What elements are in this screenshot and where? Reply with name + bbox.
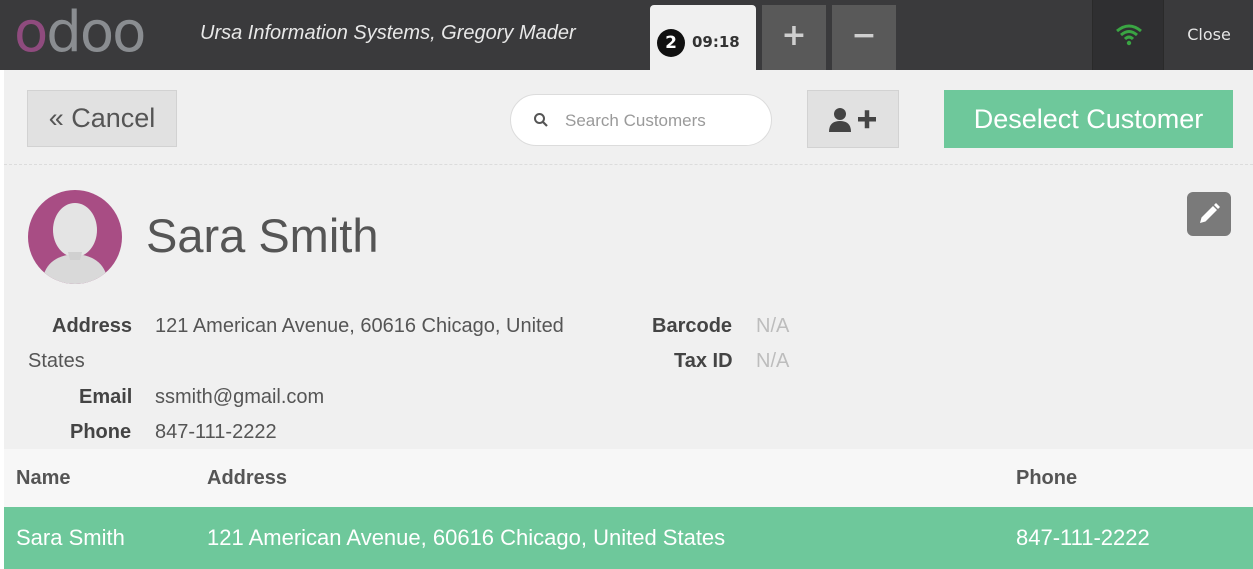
email-value: ssmith@gmail.com <box>155 386 325 408</box>
wifi-icon <box>1116 24 1142 46</box>
barcode-label: Barcode <box>652 315 733 337</box>
cancel-button[interactable]: « Cancel <box>27 90 177 147</box>
customer-table-header: Name Address Phone <box>4 449 1253 507</box>
top-bar: odoo Ursa Information Systems, Gregory M… <box>0 0 1253 70</box>
search-customers-input[interactable] <box>563 107 757 135</box>
edit-customer-button[interactable] <box>1187 192 1231 236</box>
column-header-address: Address <box>207 466 288 489</box>
taxid-label: Tax ID <box>674 350 733 372</box>
phone-value: 847-111-2222 <box>155 421 277 443</box>
deselect-customer-button[interactable]: Deselect Customer <box>944 90 1233 148</box>
order-time: 09:18 <box>692 33 740 51</box>
customer-toolbar: « Cancel Deselect Customer <box>4 70 1253 164</box>
customer-screen: « Cancel Deselect Customer Sara Smi <box>4 70 1253 569</box>
phone-label: Phone <box>70 421 132 443</box>
row-address: 121 American Avenue, 60616 Chicago, Unit… <box>207 525 726 550</box>
search-icon <box>534 113 548 127</box>
toolbar-divider <box>4 164 1253 166</box>
column-header-phone: Phone <box>1016 466 1078 489</box>
add-customer-button[interactable] <box>807 90 899 148</box>
remove-order-button[interactable]: − <box>832 5 896 70</box>
shop-name: Ursa Information Systems, Gregory Mader <box>200 22 576 44</box>
add-user-icon <box>829 108 876 132</box>
default-avatar-icon <box>42 203 108 284</box>
order-number-badge: 2 <box>657 29 685 57</box>
column-header-name: Name <box>16 466 71 489</box>
pencil-icon <box>1200 203 1220 223</box>
add-order-button[interactable]: + <box>762 5 826 70</box>
address-value-continued: States <box>28 350 85 372</box>
row-phone: 847-111-2222 <box>1016 525 1150 550</box>
barcode-value: N/A <box>756 315 790 337</box>
connection-status[interactable] <box>1092 0 1163 70</box>
avatar <box>28 190 122 284</box>
customer-name: Sara Smith <box>146 209 379 262</box>
order-tab[interactable]: 2 09:18 <box>650 5 756 70</box>
row-name: Sara Smith <box>16 525 125 550</box>
address-label: Address <box>52 315 133 337</box>
close-button[interactable]: Close <box>1163 0 1253 70</box>
table-row[interactable]: Sara Smith 121 American Avenue, 60616 Ch… <box>4 507 1253 569</box>
taxid-value: N/A <box>756 350 790 372</box>
email-label: Email <box>79 386 133 408</box>
search-customers-box[interactable] <box>510 94 772 146</box>
odoo-logo: odoo <box>14 0 146 65</box>
address-value: 121 American Avenue, 60616 Chicago, Unit… <box>155 315 564 337</box>
